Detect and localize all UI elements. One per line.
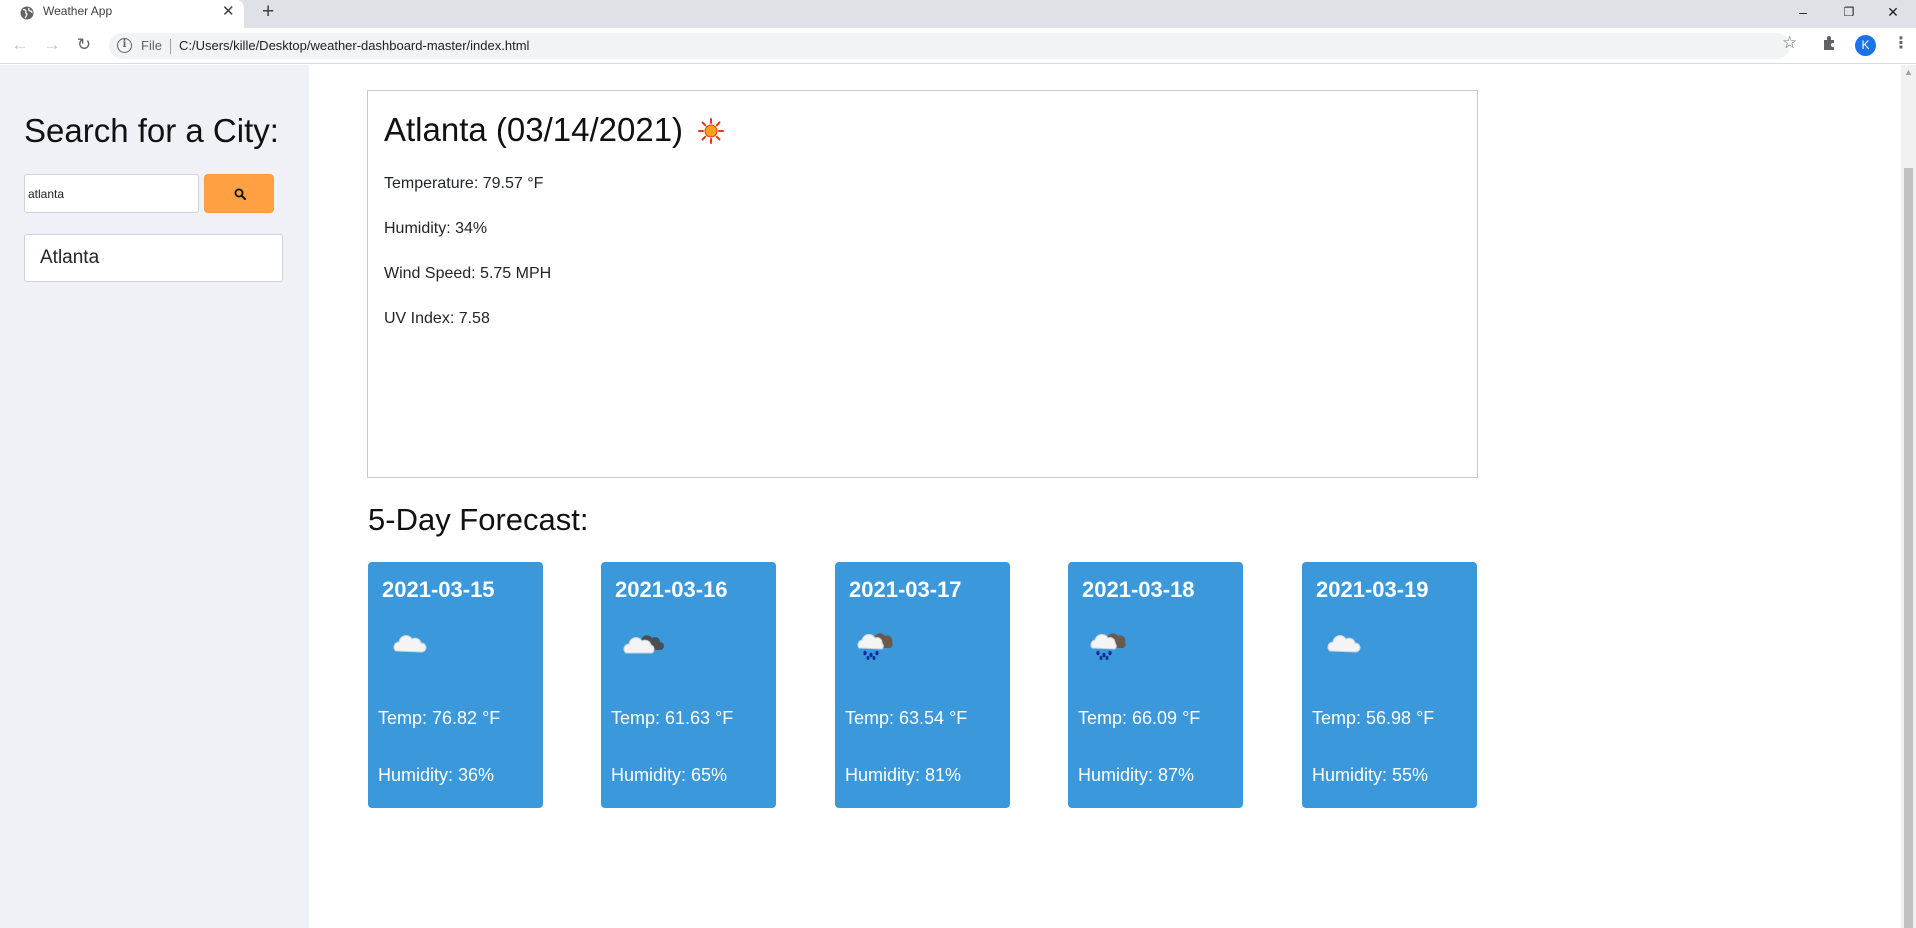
forecast-card: 2021-03-15 Temp: 76.82 °F Humidity: 36% (368, 562, 543, 808)
forecast-temp: Temp: 66.09 °F (1078, 708, 1201, 728)
forecast-temp: Temp: 76.82 °F (378, 708, 501, 728)
history-item-atlanta[interactable]: Atlanta (24, 234, 283, 282)
forecast-date: 2021-03-16 (615, 577, 728, 602)
forecast-temp: Temp: 56.98 °F (1312, 708, 1435, 728)
page-viewport: Search for a City: Atlanta Atlanta (03/1… (0, 65, 1901, 928)
profile-avatar[interactable]: K (1855, 35, 1876, 56)
current-humidity: Humidity: 34% (384, 220, 488, 237)
search-icon (234, 188, 246, 200)
new-tab-button[interactable]: + (262, 1, 274, 23)
sidebar: Search for a City: Atlanta (0, 65, 309, 928)
history-item-label: Atlanta (40, 247, 100, 268)
forecast-date: 2021-03-18 (1082, 577, 1195, 602)
forecast-temp: Temp: 61.63 °F (611, 708, 734, 728)
browser-toolbar: ← → ↻ i File C:/Users/kille/Desktop/weat… (0, 28, 1916, 64)
forecast-card: 2021-03-18 Temp: 66.09 °F Humidity: 87% (1068, 562, 1243, 808)
back-button[interactable]: ← (8, 33, 32, 57)
page-scrollbar[interactable]: ▲ (1901, 65, 1916, 928)
scroll-thumb[interactable] (1904, 168, 1913, 928)
current-city-title: Atlanta (03/14/2021) (384, 111, 684, 148)
search-heading: Search for a City: (24, 112, 279, 149)
extensions-icon[interactable] (1822, 34, 1838, 50)
current-temperature: Temperature: 79.57 °F (384, 175, 544, 192)
address-bar[interactable]: i File C:/Users/kille/Desktop/weather-da… (109, 33, 1790, 59)
rain-icon (857, 633, 893, 660)
forecast-card: 2021-03-16 Temp: 61.63 °F Humidity: 65% (601, 562, 776, 808)
cloud-icon (393, 635, 427, 653)
forecast-temp: Temp: 63.54 °F (845, 708, 968, 728)
search-button[interactable] (204, 174, 274, 213)
address-url[interactable]: C:/Users/kille/Desktop/weather-dashboard… (179, 38, 529, 54)
forecast-card: 2021-03-19 Temp: 56.98 °F Humidity: 55% (1302, 562, 1477, 808)
address-scheme: File (141, 38, 162, 53)
forecast-humidity: Humidity: 36% (378, 765, 495, 785)
city-search-input[interactable] (24, 174, 199, 213)
browser-menu-icon[interactable]: ⋮ (1893, 33, 1909, 55)
bookmark-star-icon[interactable]: ☆ (1782, 34, 1797, 52)
tab-title: Weather App (43, 4, 113, 18)
scroll-up-arrow-icon[interactable]: ▲ (1904, 67, 1913, 77)
reload-button[interactable]: ↻ (72, 33, 96, 57)
current-wind-speed: Wind Speed: 5.75 MPH (384, 265, 552, 282)
info-icon[interactable]: i (117, 38, 132, 53)
cloudy-icon (623, 635, 664, 654)
forecast-date: 2021-03-17 (849, 577, 962, 602)
forecast-humidity: Humidity: 81% (845, 765, 962, 785)
tab-close-button[interactable]: ✕ (222, 4, 235, 20)
forward-button[interactable]: → (40, 33, 64, 57)
rain-icon (1090, 633, 1126, 660)
globe-icon (20, 6, 34, 20)
browser-tab[interactable]: Weather App ✕ (0, 0, 244, 28)
cloud-icon (1327, 635, 1361, 653)
forecast-humidity: Humidity: 55% (1312, 765, 1429, 785)
current-weather-panel: Atlanta (03/14/2021) Temperature: 79.57 … (367, 90, 1478, 478)
forecast-card: 2021-03-17 Temp: 63.54 °F Humidity: 81% (835, 562, 1010, 808)
current-uv-index: UV Index: 7.58 (384, 310, 490, 327)
forecast-date: 2021-03-19 (1316, 577, 1429, 602)
browser-tabstrip: Weather App ✕ + – ❐ ✕ (0, 0, 1916, 28)
forecast-heading: 5-Day Forecast: (368, 502, 589, 537)
forecast-date: 2021-03-15 (382, 577, 495, 602)
forecast-humidity: Humidity: 65% (611, 765, 728, 785)
sun-icon (698, 118, 724, 144)
forecast-humidity: Humidity: 87% (1078, 765, 1195, 785)
address-separator (170, 39, 171, 54)
